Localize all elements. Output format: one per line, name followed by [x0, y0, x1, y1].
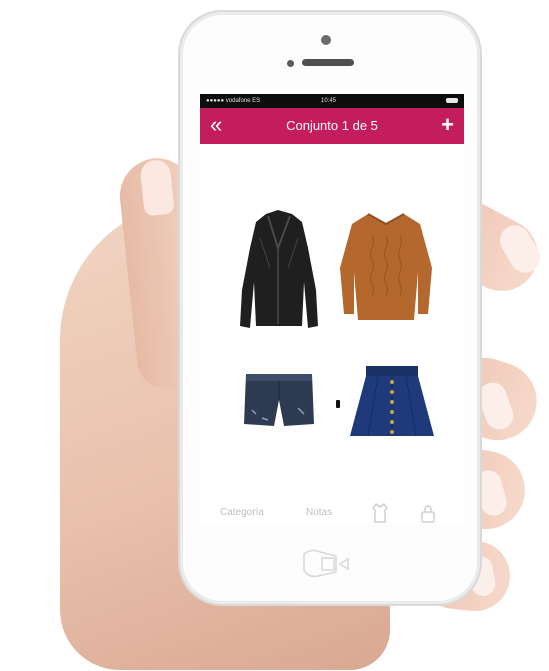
add-icon[interactable]: +: [441, 112, 454, 138]
leather-jacket-item[interactable]: [238, 208, 320, 332]
shirt-icon[interactable]: [372, 502, 388, 524]
carrier-label: ●●●●● vodafone ES: [206, 98, 261, 104]
camera-share-icon[interactable]: [298, 544, 360, 584]
app-screen: ●●●●● vodafone ES 10:45 « Conjunto 1 de …: [200, 94, 464, 524]
navy-skirt-item[interactable]: [348, 364, 436, 440]
status-bar: ●●●●● vodafone ES 10:45: [200, 94, 464, 108]
status-time: 10:45: [321, 98, 337, 104]
notas-button[interactable]: Notas: [306, 507, 332, 518]
front-camera: [321, 35, 331, 45]
knit-sweater-item[interactable]: [338, 210, 434, 326]
categoria-button[interactable]: Categoría: [220, 507, 264, 518]
clip-icon: [336, 400, 340, 408]
phone-device: ●●●●● vodafone ES 10:45 « Conjunto 1 de …: [178, 10, 482, 606]
denim-shorts-item[interactable]: [242, 370, 316, 430]
lock-icon[interactable]: [420, 504, 436, 524]
battery-icon: [446, 98, 458, 103]
earpiece-speaker: [302, 59, 354, 66]
nav-bar: « Conjunto 1 de 5 +: [200, 108, 464, 144]
page-title: Conjunto 1 de 5: [286, 118, 378, 133]
proximity-sensor: [287, 60, 294, 67]
